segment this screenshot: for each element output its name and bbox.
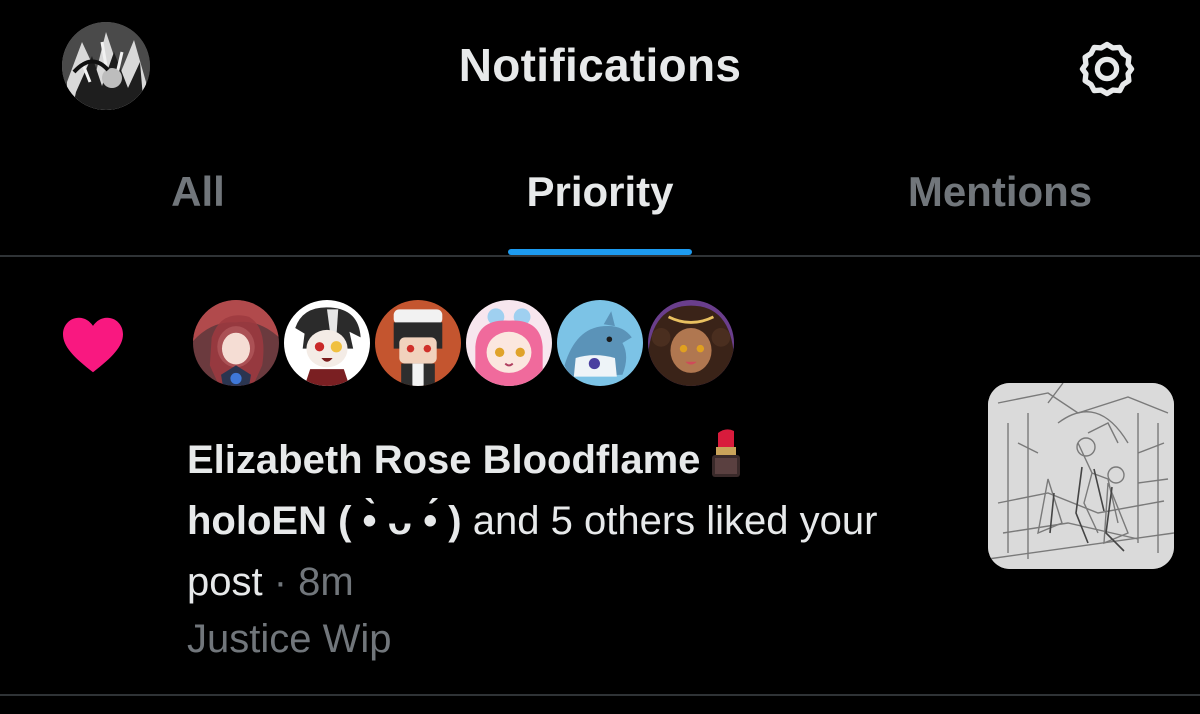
settings-button[interactable] (1072, 34, 1142, 104)
notification-text: Elizabeth Rose Bloodflame holoEN ( •̀ ᴗ … (187, 427, 927, 613)
avatar-red-hair (193, 300, 279, 386)
tab-mentions-label: Mentions (907, 168, 1093, 215)
avatar-vampire (284, 300, 370, 386)
top-bar: Notifications (0, 0, 1200, 135)
avatar[interactable] (190, 297, 282, 389)
post-title[interactable]: Justice Wip (187, 617, 392, 662)
separator-dot: · (262, 560, 299, 604)
avatar[interactable] (554, 297, 646, 389)
avatar[interactable] (463, 297, 555, 389)
heart-icon (63, 317, 123, 373)
avatar[interactable] (372, 297, 464, 389)
liker-name-second[interactable]: holoEN ( •̀ ᴗ •́ ) (187, 499, 462, 543)
tab-all[interactable]: All (0, 135, 400, 255)
liker-avatars (190, 297, 770, 393)
avatar[interactable] (281, 297, 373, 389)
tab-priority-label: Priority (526, 168, 674, 215)
tab-all-label: All (171, 168, 225, 215)
row-divider (0, 694, 1200, 696)
tab-priority[interactable]: Priority (400, 135, 800, 255)
notification-time: 8m (298, 560, 354, 604)
avatar-shark (557, 300, 643, 386)
lipstick-icon (712, 429, 741, 477)
notification-item[interactable]: Elizabeth Rose Bloodflame holoEN ( •̀ ᴗ … (0, 257, 1200, 694)
gear-icon (1079, 41, 1135, 97)
avatar-curly-hair (648, 300, 734, 386)
notification-tabs: All Priority Mentions (0, 135, 1200, 255)
tab-mentions[interactable]: Mentions (800, 135, 1200, 255)
page-title: Notifications (458, 39, 742, 91)
post-thumbnail[interactable] (988, 383, 1174, 569)
sketch-thumbnail (988, 383, 1174, 569)
liker-name-first[interactable]: Elizabeth Rose Bloodflame (187, 438, 700, 482)
avatar-maid (375, 300, 461, 386)
avatar[interactable] (645, 297, 737, 389)
avatar-pink-hair (466, 300, 552, 386)
